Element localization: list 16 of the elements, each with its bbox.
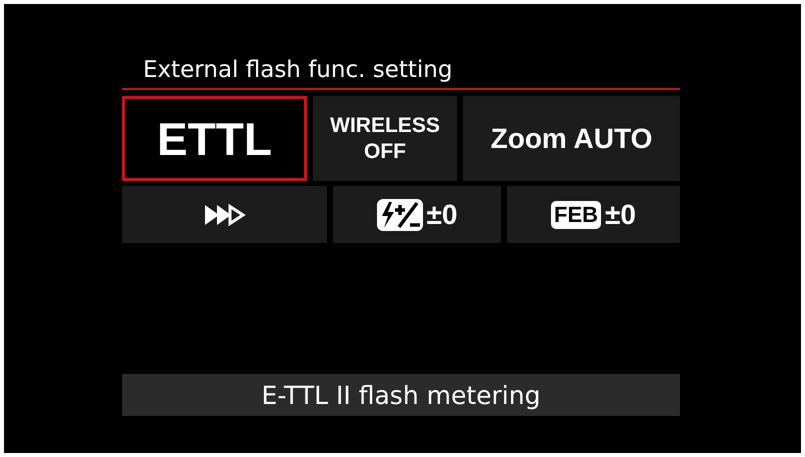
bracketing-value: ±0 [605,198,636,230]
flash-mode-label: ETTL [157,112,272,166]
flash-compensation-icon [376,198,423,230]
fast-forward-icon [202,202,246,226]
wireless-label: WIRELESS OFF [330,112,440,164]
setting-tile[interactable]: WIRELESS OFF [313,96,457,181]
setting-tile[interactable]: ETTL [122,96,307,181]
feb-badge: FEB [551,200,602,228]
setting-tile[interactable]: FEB ±0 [507,186,680,243]
setting-tile[interactable]: ±0 [333,186,501,243]
menu-title: External flash func. setting [142,56,454,85]
zoom-label: Zoom AUTO [490,122,652,154]
setting-tile[interactable] [122,186,327,243]
status-text: E-TTL II flash metering [262,380,540,410]
setting-tile[interactable]: Zoom AUTO [463,96,680,181]
compensation-value: ±0 [426,198,458,230]
